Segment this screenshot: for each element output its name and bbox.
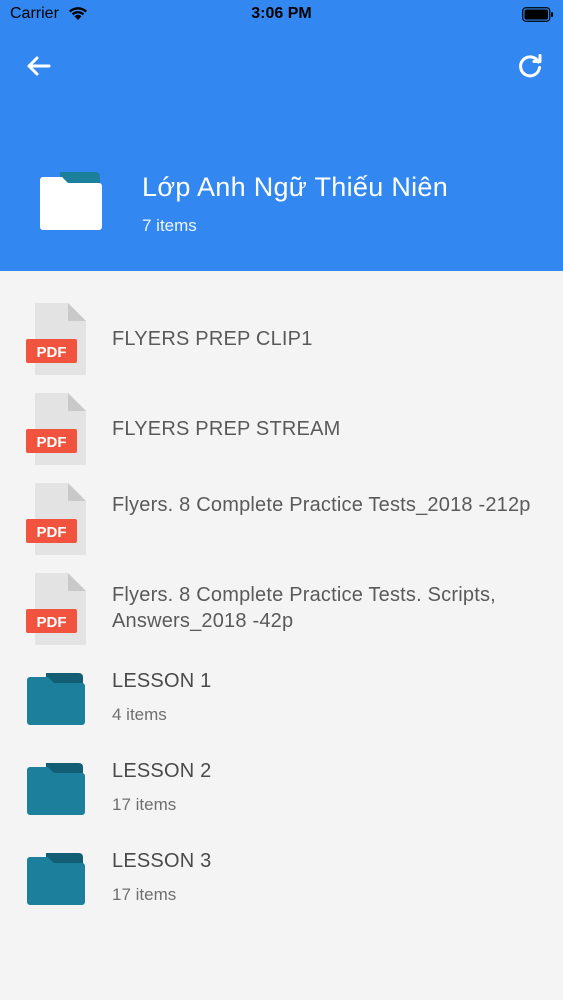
file-name: Flyers. 8 Complete Practice Tests_2018 -… <box>112 494 531 516</box>
folder-item-count: 4 items <box>112 705 167 724</box>
file-name: FLYERS PREP CLIP1 <box>112 328 313 350</box>
list-item[interactable]: PDF FLYERS PREP STREAM <box>0 383 563 473</box>
list-item[interactable]: LESSON 2 17 items <box>0 743 563 833</box>
pdf-badge: PDF <box>37 434 67 451</box>
folder-icon <box>27 853 85 905</box>
battery-icon <box>522 7 553 22</box>
folder-name: LESSON 1 <box>112 670 212 692</box>
folder-icon <box>27 763 85 815</box>
pdf-file-icon: PDF <box>26 303 86 375</box>
file-name: FLYERS PREP STREAM <box>112 418 341 440</box>
page-title: Lớp Anh Ngữ Thiếu Niên <box>142 172 449 202</box>
pdf-file-icon: PDF <box>26 393 86 465</box>
status-bar: Carrier 3:06 PM <box>0 0 563 30</box>
folder-header: Carrier 3:06 PM Lớp Anh Ngữ Thiếu Niên 7… <box>0 0 563 271</box>
folder-name: LESSON 3 <box>112 850 212 872</box>
folder-item-count: 17 items <box>112 795 177 814</box>
list-item[interactable]: PDF Flyers. 8 Complete Practice Tests_20… <box>0 473 563 563</box>
folder-icon <box>40 172 102 230</box>
list-item[interactable]: PDF Flyers. 8 Complete Practice Tests. S… <box>0 563 563 653</box>
list-item[interactable]: LESSON 1 4 items <box>0 653 563 743</box>
pdf-badge: PDF <box>37 614 67 631</box>
folder-item-count: 17 items <box>112 885 177 904</box>
pdf-badge: PDF <box>37 344 67 361</box>
item-count: 7 items <box>142 216 197 235</box>
refresh-icon[interactable] <box>514 50 546 82</box>
file-name: Flyers. 8 Complete Practice Tests. Scrip… <box>112 584 496 632</box>
folder-name: LESSON 2 <box>112 760 212 782</box>
folder-icon <box>27 673 85 725</box>
list-item[interactable]: PDF FLYERS PREP CLIP1 <box>0 293 563 383</box>
pdf-file-icon: PDF <box>26 573 86 645</box>
list-item[interactable]: LESSON 3 17 items <box>0 833 563 923</box>
arrow-left-icon[interactable] <box>22 50 54 82</box>
pdf-badge: PDF <box>37 524 67 541</box>
status-time: 3:06 PM <box>251 5 312 22</box>
pdf-file-icon: PDF <box>26 483 86 555</box>
